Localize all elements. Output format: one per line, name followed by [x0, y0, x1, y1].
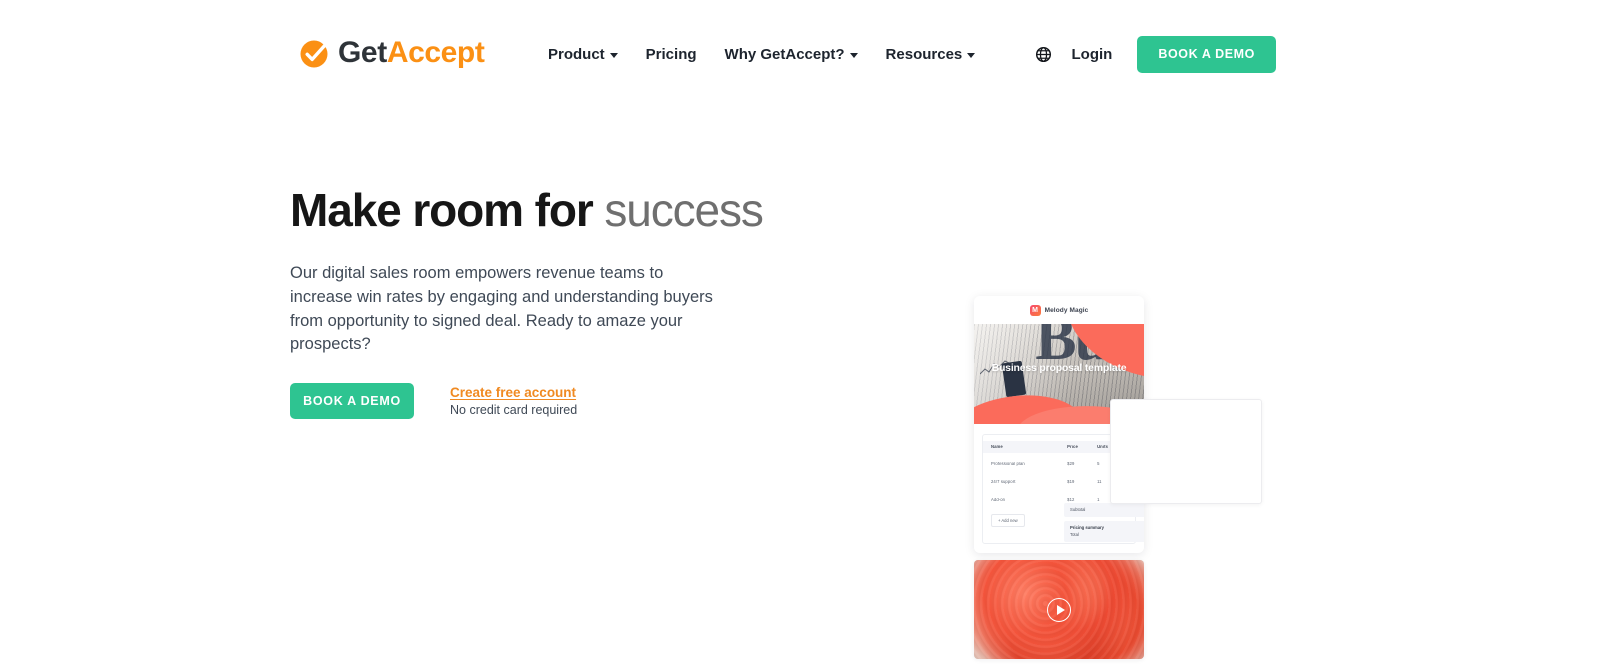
cell-name: Add-on	[991, 498, 1006, 503]
proposal-company-name: Melody Magic	[1044, 306, 1089, 314]
site-header: GetAccept Product Pricing Why GetAccept?…	[0, 0, 1600, 108]
no-credit-card-note: No credit card required	[450, 403, 578, 417]
nav-item-label: Pricing	[645, 45, 697, 63]
header-actions: Login BOOK A DEMO	[1030, 35, 1276, 73]
chevron-down-icon	[609, 53, 618, 58]
hero-section: Make room for success Our digital sales …	[0, 108, 1600, 667]
page-title-secondary: success	[604, 184, 764, 236]
nav-item-product[interactable]: Product	[548, 42, 632, 66]
nav-item-resources[interactable]: Resources	[872, 42, 990, 66]
page-title: Make room for success	[290, 184, 764, 236]
hero-actions: BOOK A DEMO Create free account No credi…	[290, 383, 577, 419]
chevron-down-icon	[849, 53, 858, 58]
proposal-cover-title: Business proposal template	[991, 362, 1127, 374]
nav-item-label: Resources	[885, 45, 963, 63]
hero-subtitle: Our digital sales room empowers revenue …	[290, 263, 713, 354]
getaccept-check-circle-icon	[298, 36, 332, 70]
hero-secondary-cta: Create free account No credit card requi…	[450, 383, 577, 417]
cell-price: $12	[1067, 498, 1075, 503]
proposal-card-header: M Melody Magic	[974, 296, 1144, 324]
total-line: Total $750.00	[1070, 532, 1144, 538]
hero-book-a-demo-button[interactable]: BOOK A DEMO	[290, 383, 414, 419]
globe-icon[interactable]	[1030, 40, 1058, 68]
hero-copy: Make room for success Our digital sales …	[290, 184, 764, 419]
subtotal-line: Subtotal $750.00	[1070, 507, 1144, 513]
melody-magic-logo-icon: M	[1029, 304, 1041, 316]
cell-price: $29	[1067, 462, 1075, 467]
add-row-button[interactable]: + Add new	[991, 514, 1025, 527]
brand-logo[interactable]: GetAccept	[298, 36, 485, 70]
subtotal-box: Subtotal $750.00	[1064, 503, 1144, 518]
chevron-down-icon	[967, 53, 976, 58]
header-inner: GetAccept Product Pricing Why GetAccept?…	[0, 0, 1600, 108]
total-box: Pricing summary Total $750.00	[1064, 521, 1144, 542]
cell-name: Professional plan	[991, 462, 1025, 467]
brand-word-get: Get	[338, 36, 387, 69]
brand-word-accept: Accept	[386, 36, 485, 69]
nav-item-label: Why GetAccept?	[724, 45, 845, 63]
nav-item-pricing[interactable]: Pricing	[632, 42, 711, 66]
nav-item-label: Product	[548, 45, 605, 63]
page-title-primary: Make room for	[290, 184, 594, 236]
column-header-name: Name	[991, 444, 1003, 449]
pricing-summary: Subtotal $750.00 Pricing summary Total $…	[1064, 503, 1144, 546]
main-navigation: Product Pricing Why GetAccept? Resources	[548, 42, 989, 66]
play-triangle	[1056, 604, 1065, 615]
cell-price: $19	[1067, 480, 1075, 485]
hero-visual: M Melody Magic Bus Business proposal tem…	[960, 178, 1290, 667]
login-link[interactable]: Login	[1072, 46, 1113, 63]
nav-item-why-getaccept[interactable]: Why GetAccept?	[711, 42, 872, 66]
column-header-price: Price	[1067, 444, 1078, 449]
play-circle-icon[interactable]	[1047, 597, 1071, 622]
create-free-account-link[interactable]: Create free account	[450, 385, 577, 400]
total-label: Total	[1070, 531, 1079, 537]
brand-wordmark: GetAccept	[338, 36, 485, 69]
floating-blank-card[interactable]	[1110, 399, 1262, 504]
subtotal-label: Subtotal	[1070, 507, 1086, 513]
header-book-a-demo-button[interactable]: BOOK A DEMO	[1137, 35, 1276, 73]
cell-name: 24/7 support	[991, 480, 1016, 485]
video-preview-card[interactable]	[974, 560, 1144, 659]
